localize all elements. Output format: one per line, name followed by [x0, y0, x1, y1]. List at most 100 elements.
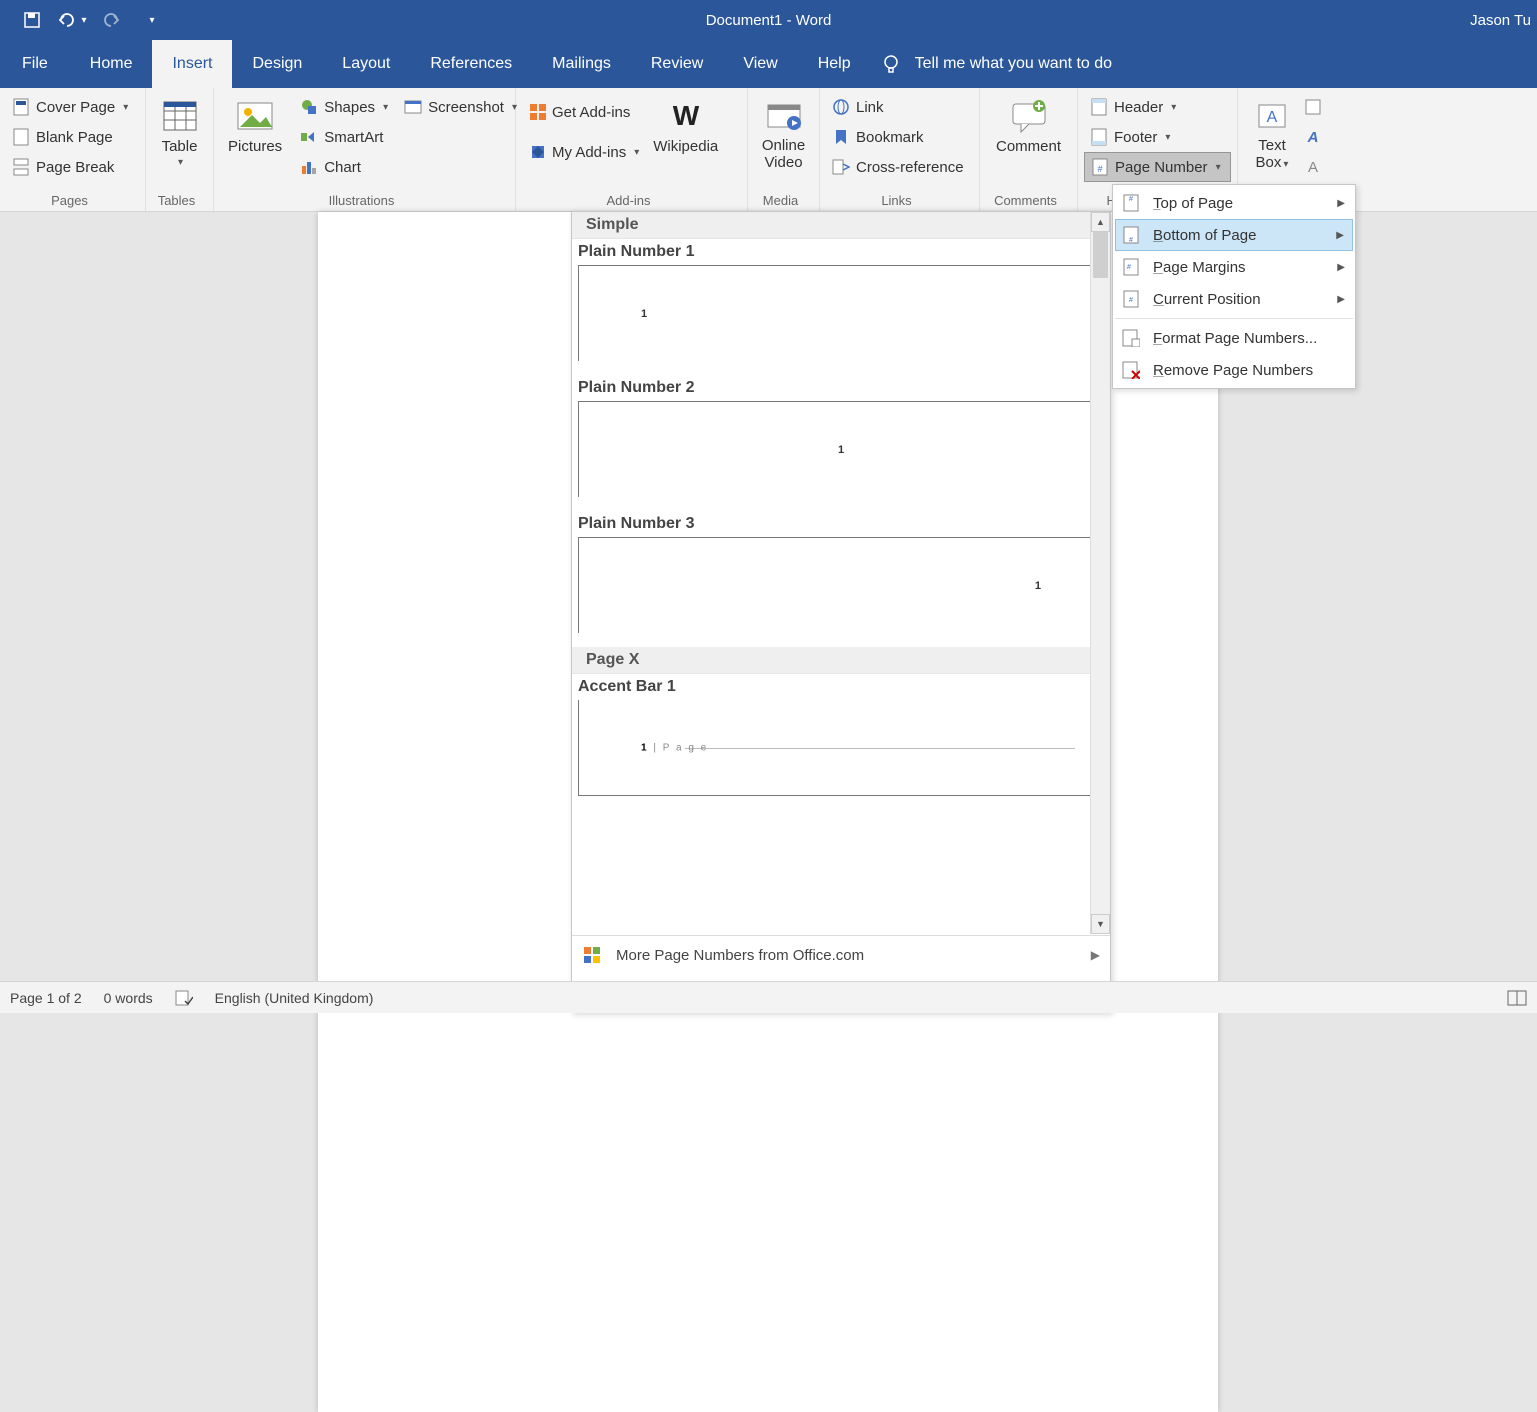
group-addins-label: Add-ins	[516, 193, 741, 208]
group-pages: Cover Page▾ Blank Page Page Break Pages	[0, 88, 146, 211]
tab-review[interactable]: Review	[631, 40, 723, 88]
current-position-icon: #	[1121, 289, 1141, 309]
tell-me-label: Tell me what you want to do	[915, 55, 1112, 73]
gallery-item-plain3[interactable]: 1	[578, 537, 1104, 633]
my-addins-icon	[528, 143, 546, 161]
scroll-thumb[interactable]	[1093, 232, 1108, 278]
footer-button[interactable]: Footer▾	[1084, 122, 1231, 152]
quick-parts-button[interactable]	[1302, 92, 1324, 122]
blank-page-label: Blank Page	[36, 129, 113, 146]
cross-reference-button[interactable]: Cross-reference	[826, 152, 973, 182]
gallery-item-accent1[interactable]: 1 | P a g e	[578, 700, 1104, 796]
undo-button[interactable]: ▾	[54, 6, 90, 34]
status-bar: Page 1 of 2 0 words English (United King…	[0, 981, 1537, 1013]
smartart-button[interactable]: SmartArt	[294, 122, 394, 152]
status-words[interactable]: 0 words	[104, 990, 153, 1006]
submenu-arrow-icon: ▶	[1091, 948, 1100, 962]
header-button[interactable]: Header▾	[1084, 92, 1231, 122]
ribbon-tabs: File Home Insert Design Layout Reference…	[0, 40, 1537, 88]
svg-text:#: #	[1129, 196, 1133, 203]
scroll-up-button[interactable]: ▲	[1091, 212, 1110, 232]
lightbulb-icon	[881, 54, 901, 74]
shapes-button[interactable]: Shapes▾	[294, 92, 394, 122]
smartart-icon	[300, 128, 318, 146]
chevron-right-icon: ▶	[1337, 294, 1345, 305]
gallery-item-plain1[interactable]: 1	[578, 265, 1104, 361]
submenu-remove-label: Remove Page Numbers	[1153, 362, 1313, 379]
submenu-bottom-of-page[interactable]: # Bottom of Page ▶	[1115, 219, 1353, 251]
save-button[interactable]	[14, 6, 50, 34]
tab-mailings[interactable]: Mailings	[532, 40, 631, 88]
link-icon	[832, 98, 850, 116]
wordart-button[interactable]: A	[1302, 122, 1324, 152]
store-icon	[528, 103, 546, 121]
wordart-icon: A	[1304, 128, 1322, 146]
tab-references[interactable]: References	[410, 40, 532, 88]
scroll-down-button[interactable]: ▼	[1091, 914, 1110, 934]
bookmark-icon	[832, 128, 850, 146]
remove-numbers-icon	[1121, 360, 1141, 380]
status-proofing-icon[interactable]	[175, 989, 193, 1007]
gallery-header-pagex: Page X	[572, 647, 1110, 674]
my-addins-button[interactable]: My Add-ins▾	[522, 132, 645, 172]
gallery-item-plain2[interactable]: 1	[578, 401, 1104, 497]
tab-home[interactable]: Home	[70, 40, 153, 88]
tab-view[interactable]: View	[723, 40, 797, 88]
pictures-button[interactable]: Pictures	[220, 92, 290, 155]
comment-button[interactable]: Comment	[986, 92, 1071, 155]
screenshot-icon	[404, 98, 422, 116]
cover-page-button[interactable]: Cover Page▾	[6, 92, 139, 122]
submenu-top-of-page[interactable]: # Top of Page ▶	[1115, 187, 1353, 219]
submenu-current-position[interactable]: # Current Position ▶	[1115, 283, 1353, 315]
online-video-button[interactable]: OnlineVideo	[754, 92, 813, 171]
accent-line	[685, 748, 1075, 749]
svg-text:#: #	[1127, 264, 1131, 271]
group-illustrations: Pictures Shapes▾ SmartArt Chart Screensh…	[214, 88, 516, 211]
submenu-remove-page-numbers[interactable]: Remove Page Numbers	[1115, 354, 1353, 386]
gallery-item-plain3-label: Plain Number 3	[572, 511, 1110, 537]
tab-layout[interactable]: Layout	[322, 40, 410, 88]
wikipedia-icon: W	[666, 96, 706, 136]
chevron-right-icon: ▶	[1337, 262, 1345, 273]
submenu-bottom-label: Bottom of Page	[1153, 227, 1256, 244]
page-margins-icon: #	[1121, 257, 1141, 277]
group-pages-label: Pages	[0, 193, 139, 208]
submenu-top-label: Top of Page	[1153, 195, 1233, 212]
drop-cap-button[interactable]: A	[1302, 152, 1324, 182]
text-box-button[interactable]: A TextBox▾	[1244, 92, 1300, 171]
status-page[interactable]: Page 1 of 2	[10, 990, 82, 1006]
redo-button[interactable]	[94, 6, 130, 34]
table-label: Table	[162, 138, 198, 155]
cover-page-label: Cover Page	[36, 99, 115, 116]
tab-file[interactable]: File	[0, 40, 70, 88]
bookmark-button[interactable]: Bookmark	[826, 122, 973, 152]
svg-text:W: W	[673, 101, 700, 131]
link-button[interactable]: Link	[826, 92, 973, 122]
screenshot-button[interactable]: Screenshot▾	[398, 92, 523, 122]
quick-parts-icon	[1304, 98, 1322, 116]
gallery-item-accent1-label: Accent Bar 1	[572, 674, 1110, 700]
submenu-format-page-numbers[interactable]: Format Page Numbers...	[1115, 322, 1353, 354]
more-page-numbers-button[interactable]: More Page Numbers from Office.com ▶	[572, 936, 1110, 974]
tell-me-search[interactable]: Tell me what you want to do	[881, 40, 1112, 88]
table-icon	[160, 96, 200, 136]
qat-customize-button[interactable]: ▾	[134, 6, 170, 34]
blank-page-button[interactable]: Blank Page	[6, 122, 139, 152]
view-read-mode-button[interactable]	[1507, 990, 1527, 1006]
tab-insert[interactable]: Insert	[152, 40, 232, 88]
get-addins-button[interactable]: Get Add-ins	[522, 92, 645, 132]
wikipedia-button[interactable]: W Wikipedia	[645, 92, 726, 155]
chart-button[interactable]: Chart	[294, 152, 394, 182]
office-icon	[582, 945, 602, 965]
svg-text:#: #	[1129, 237, 1133, 244]
title-bar: ▾ ▾ Document1 - Word Jason Tu	[0, 0, 1537, 40]
table-button[interactable]: Table▾	[152, 92, 207, 168]
comment-icon	[1009, 96, 1049, 136]
tab-help[interactable]: Help	[798, 40, 871, 88]
page-number-button[interactable]: #Page Number▾	[1084, 152, 1231, 182]
submenu-page-margins[interactable]: # Page Margins ▶	[1115, 251, 1353, 283]
gallery-scrollbar[interactable]: ▲ ▼	[1090, 212, 1110, 934]
tab-design[interactable]: Design	[232, 40, 322, 88]
page-break-button[interactable]: Page Break	[6, 152, 139, 182]
status-language[interactable]: English (United Kingdom)	[215, 990, 374, 1006]
